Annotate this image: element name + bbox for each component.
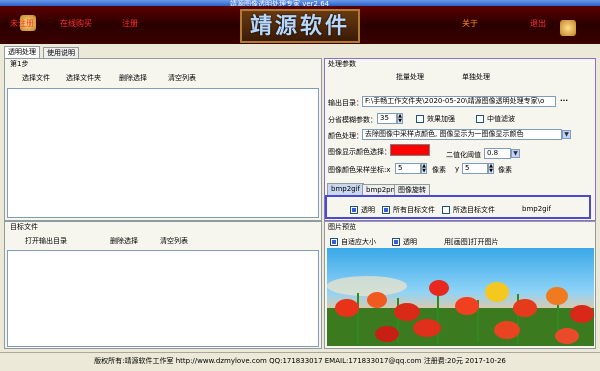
select-folder-button[interactable]: 选择文件夹 [66, 73, 101, 83]
status-bar: 版权所有:靖源软件工作室 http://www.dzmylove.com QQ:… [0, 352, 600, 371]
about-link[interactable]: 关于 [462, 18, 478, 29]
checkbox-checked-icon [350, 206, 358, 214]
color-proc-select[interactable]: 去除图像中采样点颜色, 图像显示为一图像显示颜色 [362, 129, 562, 140]
preview-image [327, 248, 594, 346]
batch-process-button[interactable]: 批量处理 [396, 72, 424, 82]
display-color-swatch[interactable] [390, 144, 430, 156]
chevron-down-icon[interactable]: ▼ [511, 149, 520, 158]
radio-icon [442, 206, 450, 214]
exit-link[interactable]: 退出 [530, 18, 546, 29]
preview-title: 图片预览 [328, 223, 356, 231]
browse-button[interactable]: ... [560, 95, 568, 103]
tab-transparent-process[interactable]: 透明处理 [4, 46, 40, 58]
bmp2gif-label: bmp2gif [522, 205, 552, 213]
tab-bmp2gif[interactable]: bmp2gif [327, 183, 365, 195]
delete-selection-button[interactable]: 删除选择 [119, 73, 147, 83]
pixel-unit-y: 像素 [498, 166, 512, 174]
effect-enhance-checkbox[interactable]: 效果加强 [416, 114, 455, 124]
step1-title: 第1步 [10, 60, 29, 68]
blur-spinner[interactable]: ▲ ▼ [397, 113, 403, 124]
auto-fit-checkbox[interactable]: 自适应大小 [330, 237, 376, 247]
all-target-files-radio[interactable]: 所有目标文件 [382, 205, 435, 215]
output-dir-label: 输出目录： [328, 99, 363, 107]
sample-x-spinner[interactable]: ▲ ▼ [421, 163, 427, 174]
effect-enhance-label: 效果加强 [427, 115, 455, 123]
checkbox-icon [476, 115, 484, 123]
preview-transparent-label: 透明 [403, 238, 417, 246]
target-file-list[interactable] [7, 250, 319, 347]
median-filter-checkbox[interactable]: 中值滤波 [476, 114, 515, 124]
checkbox-checked-icon [392, 238, 400, 246]
register-link[interactable]: 注册 [122, 18, 138, 29]
gif-transparent-checkbox[interactable]: 透明 [350, 205, 375, 215]
color-proc-label: 颜色处理： [328, 132, 363, 140]
flower-decoration-icon [560, 20, 576, 36]
sample-coord-label: 图像颜色采样坐标:x [328, 166, 391, 174]
single-process-button[interactable]: 单独处理 [462, 72, 490, 82]
open-with-paint-button[interactable]: 用[画图]打开图片 [444, 237, 498, 247]
display-color-label: 图像显示颜色选择： [328, 148, 391, 156]
auto-fit-label: 自适应大小 [341, 238, 376, 246]
y-label: y [455, 165, 460, 173]
radio-checked-icon [382, 206, 390, 214]
preview-transparent-checkbox[interactable]: 透明 [392, 237, 417, 247]
tulip-field-image [327, 276, 594, 346]
pixel-unit-x: 像素 [432, 166, 446, 174]
target-delete-selection-button[interactable]: 删除选择 [110, 236, 138, 246]
output-dir-input[interactable]: F:\手畅工作文件夹\2020-05-20\靖源图像透明处理专家\o [362, 96, 556, 107]
checkbox-icon [416, 115, 424, 123]
unregistered-link[interactable]: 未注册 [10, 18, 34, 29]
threshold-select[interactable]: 0.8 [484, 148, 511, 159]
blur-input[interactable]: 35 [377, 113, 397, 124]
chevron-down-icon[interactable]: ▼ [562, 130, 571, 139]
threshold-label: 二值化阈值 [446, 151, 481, 159]
target-clear-list-button[interactable]: 清空列表 [160, 236, 188, 246]
select-file-button[interactable]: 选择文件 [22, 73, 50, 83]
sample-y-spinner[interactable]: ▲ ▼ [488, 163, 494, 174]
app-logo: 靖源软件 [240, 9, 360, 43]
open-output-dir-button[interactable]: 打开输出目录 [25, 236, 67, 246]
selected-target-files-label: 所选目标文件 [453, 206, 495, 214]
checkbox-checked-icon [330, 238, 338, 246]
gif-transparent-label: 透明 [361, 206, 375, 214]
sample-x-input[interactable]: 5 [395, 163, 421, 174]
clear-list-button[interactable]: 清空列表 [168, 73, 196, 83]
params-title: 处理参数 [328, 60, 356, 68]
blur-label: 分省模糊参数： [328, 116, 377, 124]
source-file-list[interactable] [7, 88, 319, 218]
buy-online-link[interactable]: 在线购买 [60, 18, 92, 29]
all-target-files-label: 所有目标文件 [393, 206, 435, 214]
sample-y-input[interactable]: 5 [462, 163, 488, 174]
selected-target-files-radio[interactable]: 所选目标文件 [442, 205, 495, 215]
target-title: 目标文件 [10, 223, 38, 231]
median-filter-label: 中值滤波 [487, 115, 515, 123]
